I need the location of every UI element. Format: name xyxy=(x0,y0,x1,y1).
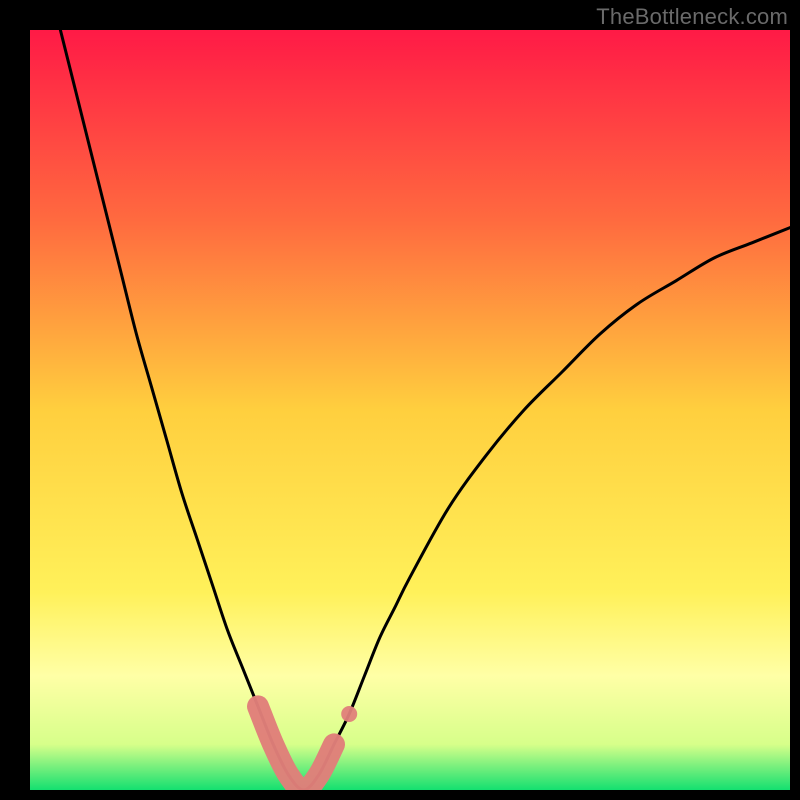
plot-area xyxy=(30,30,790,790)
highlight-marker xyxy=(341,706,357,722)
chart-svg xyxy=(30,30,790,790)
gradient-background xyxy=(30,30,790,790)
outer-frame: TheBottleneck.com xyxy=(0,0,800,800)
watermark-text: TheBottleneck.com xyxy=(596,4,788,30)
